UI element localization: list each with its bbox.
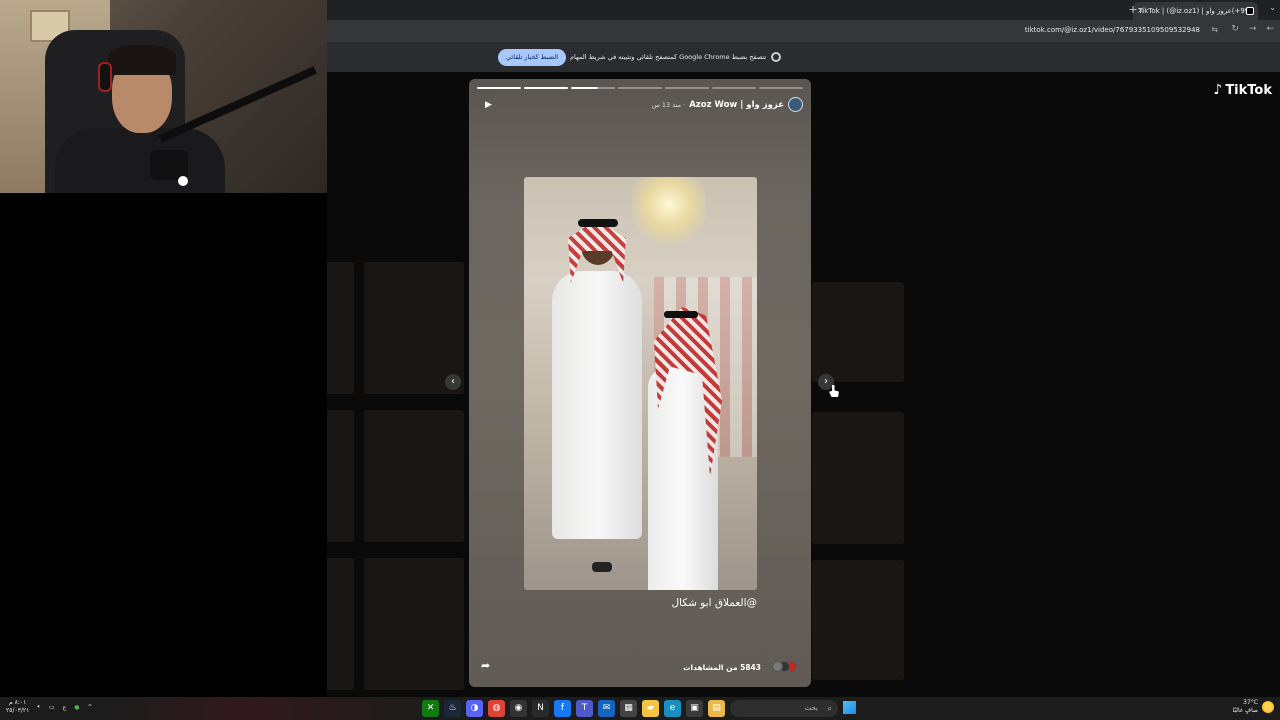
video-thumbnail <box>812 282 904 382</box>
browser-toolbar: tiktok.com/@iz.oz1/video/767933510950953… <box>327 20 1280 42</box>
search-placeholder: بحث <box>804 704 818 712</box>
mail-icon[interactable]: ✉ <box>598 700 615 717</box>
tab-strip: (99+)عزوز واو | TikTok | (@iz.oz1) × + ⌄ <box>327 0 1280 20</box>
taskbar-search[interactable]: ⌕ بحث <box>730 700 838 717</box>
play-icon[interactable]: ▶ <box>485 100 492 110</box>
steam-icon[interactable]: ♨ <box>444 700 461 717</box>
video-thumbnail <box>364 558 464 690</box>
taskbar: ٨:٠١ م ٢٥/٠٣/٢١ 🔈︎ ▭ ع ● ^ ▤ ▣ e ▰ ▦ ✉ Tf N ◉ ◍ ◑ ♨… <box>0 697 1280 720</box>
windows-start-icon[interactable] <box>843 701 856 714</box>
reload-icon[interactable]: ↻ <box>1231 24 1239 34</box>
facebook-icon[interactable]: f <box>554 700 571 717</box>
view-count[interactable]: 5843 من المشاهدات <box>683 663 761 672</box>
video-thumbnail <box>327 410 354 542</box>
tiktok-logo[interactable]: ♪ TikTok <box>1213 82 1272 98</box>
tiktok-note-icon: ♪ <box>1213 82 1223 98</box>
file-explorer-icon[interactable]: ▤ <box>708 700 725 717</box>
video-thumbnail <box>327 262 354 394</box>
story-header: عزوز واو | Azoz Wow · منذ 13 س <box>652 97 803 112</box>
back-icon[interactable]: ← <box>1266 24 1274 34</box>
explorer-icon[interactable]: ▰ <box>642 700 659 717</box>
avatar[interactable] <box>788 97 803 112</box>
forward-icon[interactable]: → <box>1249 24 1257 34</box>
tall-man <box>544 207 654 572</box>
headset-icon <box>98 62 112 92</box>
progress-segment <box>665 87 709 89</box>
chrome-icon <box>771 52 781 62</box>
set-default-button[interactable]: الضبط كخيار تلقائي <box>498 49 566 66</box>
nav-buttons: ↻ → ← <box>1231 24 1274 34</box>
search-icon: ⌕ <box>827 704 832 713</box>
progress-segment <box>712 87 756 89</box>
network-icon[interactable]: ▭ <box>49 704 55 711</box>
taskbar-apps: ▤ ▣ e ▰ ▦ ✉ Tf N ◉ ◍ ◑ ♨ ✕ <box>422 700 725 717</box>
xbox-icon[interactable]: ✕ <box>422 700 439 717</box>
progress-segment <box>477 87 521 89</box>
teams-icon[interactable]: T <box>576 700 593 717</box>
story-next-button[interactable]: › <box>818 374 834 390</box>
share-icon[interactable]: ➦ <box>481 659 490 672</box>
store-icon[interactable]: ▣ <box>686 700 703 717</box>
webcam-overlay <box>0 0 327 193</box>
sun-icon <box>1262 701 1274 713</box>
browser-window: (99+)عزوز واو | TikTok | (@iz.oz1) × + ⌄… <box>327 0 1280 697</box>
calendar-icon[interactable]: ▦ <box>620 700 637 717</box>
obs-icon[interactable]: ◉ <box>510 700 527 717</box>
tab-search-icon[interactable]: ⌄ <box>1269 3 1276 12</box>
weather-desc: صافٍ غالبًا <box>1232 707 1258 714</box>
tiktok-page: ♪ TikTok ‹ ▶ عزوز واو | Azoz Wow · منذ 1… <box>327 72 1280 697</box>
progress-segment <box>618 87 662 89</box>
video-thumbnail <box>364 410 464 542</box>
progress-segment <box>571 87 615 89</box>
story-caption: @العملاق ابو شكال <box>671 597 757 609</box>
default-browser-infobar: الضبط كخيار تلقائي تتصفح بضبط Google Chr… <box>327 42 1280 72</box>
viewer-avatars[interactable] <box>767 661 797 672</box>
clock[interactable]: ٨:٠١ م ٢٥/٠٣/٢١ <box>6 699 29 715</box>
nvidia-icon[interactable]: N <box>532 700 549 717</box>
tab-title: (99+)عزوز واو | TikTok | (@iz.oz1) <box>1138 7 1252 15</box>
volume-icon[interactable]: 🔈︎ <box>37 703 41 711</box>
weather-temp: 37°C <box>1243 699 1258 706</box>
desktop-screen: (99+)عزوز واو | TikTok | (@iz.oz1) × + ⌄… <box>0 0 1280 720</box>
chrome-icon[interactable]: ◍ <box>488 700 505 717</box>
edge-icon[interactable]: e <box>664 700 681 717</box>
tray-overflow-icon[interactable]: ^ <box>88 704 93 711</box>
story-time: · منذ 13 س <box>651 100 686 109</box>
progress-segment <box>524 87 568 89</box>
system-tray: ٨:٠١ م ٢٥/٠٣/٢١ 🔈︎ ▭ ع ● ^ <box>6 699 93 715</box>
page-info-icon[interactable]: ⇆ <box>1211 25 1218 34</box>
profile-video-grid-right <box>812 282 904 682</box>
discord-icon[interactable]: ◑ <box>466 700 483 717</box>
story-viewer: ▶ عزوز واو | Azoz Wow · منذ 13 س @العملا… <box>469 79 811 687</box>
story-prev-button[interactable]: ‹ <box>445 374 461 390</box>
story-author[interactable]: عزوز واو | Azoz Wow <box>689 100 784 110</box>
video-thumbnail <box>812 560 904 680</box>
weather-widget[interactable]: 37°C صافٍ غالبًا <box>1233 699 1274 715</box>
story-progress-bar <box>477 87 803 89</box>
tiktok-logo-text: TikTok <box>1225 82 1272 98</box>
clock-time: ٨:٠١ م <box>9 699 27 706</box>
new-tab-button[interactable]: + <box>1126 2 1140 18</box>
tab-tiktok[interactable]: (99+)عزوز واو | TikTok | (@iz.oz1) × <box>1133 2 1258 20</box>
infobar-message: تتصفح بضبط Google Chrome كمتصفح تلقائي و… <box>570 53 767 61</box>
address-bar[interactable]: tiktok.com/@iz.oz1/video/767933510950953… <box>1025 26 1200 34</box>
video-thumbnail <box>812 412 904 544</box>
language-indicator[interactable]: ع <box>63 704 67 711</box>
story-photo <box>524 177 757 590</box>
clock-date: ٢٥/٠٣/٢١ <box>6 707 30 714</box>
tiktok-favicon-icon <box>1246 7 1254 15</box>
short-man <box>642 305 732 590</box>
progress-segment <box>759 87 803 89</box>
mic-tray-icon[interactable]: ● <box>74 704 79 711</box>
video-thumbnail <box>327 558 354 690</box>
